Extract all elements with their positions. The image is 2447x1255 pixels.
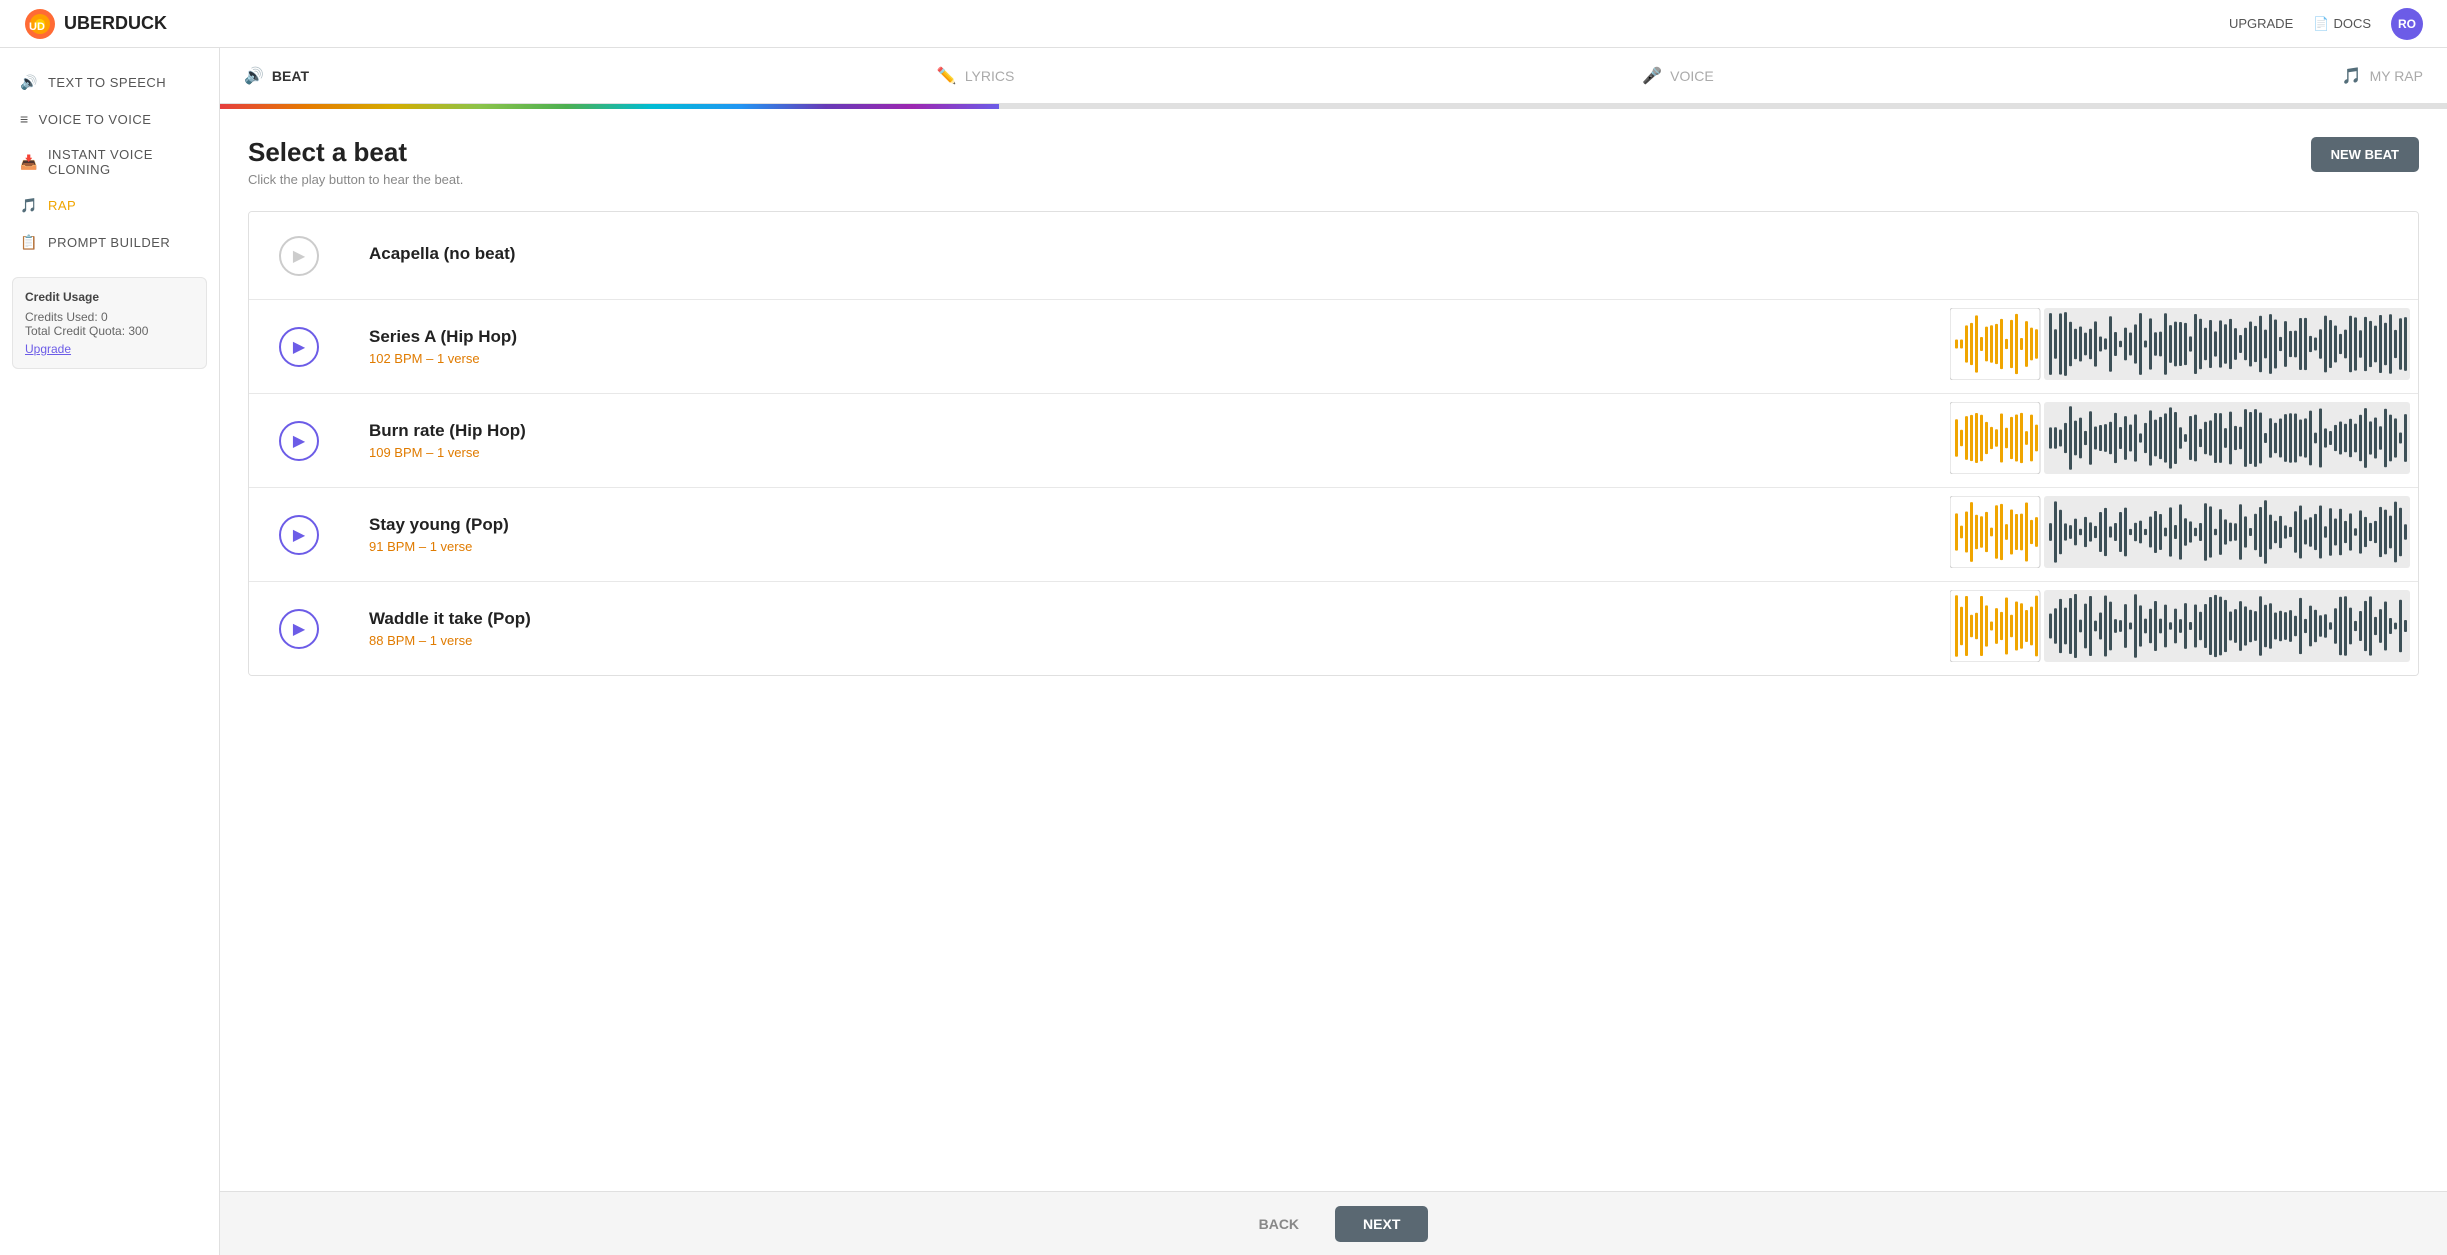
prompt-icon: 📋: [20, 234, 38, 251]
beat-row-stay-young[interactable]: ▶ Stay young (Pop) 91 BPM – 1 verse: [249, 488, 2418, 582]
footer: BACK NEXT: [220, 1191, 2447, 1255]
voice-step-icon: 🎤: [1642, 66, 1662, 86]
lyrics-step-icon: ✏️: [937, 66, 957, 86]
svg-text:UD: UD: [29, 21, 45, 33]
play-button-waddle[interactable]: ▶: [279, 609, 319, 649]
beat-name-series-a: Series A (Hip Hop): [369, 327, 1918, 347]
beat-wave-series-a: [1938, 300, 2418, 393]
beat-wave-burn-rate: [1938, 394, 2418, 487]
beat-info-burn-rate: Burn rate (Hip Hop) 109 BPM – 1 verse: [349, 405, 1938, 476]
page-title: Select a beat: [248, 137, 463, 168]
beat-row-series-a[interactable]: ▶ Series A (Hip Hop) 102 BPM – 1 verse: [249, 300, 2418, 394]
rap-icon: 🎵: [20, 197, 38, 214]
beat-meta-burn-rate: 109 BPM – 1 verse: [369, 445, 1918, 460]
beat-name-burn-rate: Burn rate (Hip Hop): [369, 421, 1918, 441]
sidebar-item-instant-voice-cloning[interactable]: 📥 INSTANT VOICE CLONING: [0, 137, 219, 187]
beat-play-area-series-a: ▶: [249, 327, 349, 367]
beat-play-area-waddle: ▶: [249, 609, 349, 649]
play-button-burn-rate[interactable]: ▶: [279, 421, 319, 461]
docs-icon: 📄: [2313, 16, 2329, 32]
play-button-stay-young[interactable]: ▶: [279, 515, 319, 555]
content-title-block: Select a beat Click the play button to h…: [248, 137, 463, 187]
sidebar-item-rap[interactable]: 🎵 RAP: [0, 187, 219, 224]
sidebar-item-prompt-builder[interactable]: 📋 PROMPT BUILDER: [0, 224, 219, 261]
sidebar-item-text-to-speech[interactable]: 🔊 TEXT TO SPEECH: [0, 64, 219, 101]
credits-used: Credits Used: 0: [25, 310, 194, 324]
step-bar: 🔊 BEAT ✏️ LYRICS 🎤 VOICE 🎵 MY RAP: [220, 48, 2447, 104]
beat-row-acapella[interactable]: ▶ Acapella (no beat): [249, 212, 2418, 300]
beat-info-stay-young: Stay young (Pop) 91 BPM – 1 verse: [349, 499, 1938, 570]
docs-link[interactable]: 📄 DOCS: [2313, 16, 2371, 32]
step-lyrics[interactable]: ✏️ LYRICS: [937, 66, 1014, 86]
beat-info-series-a: Series A (Hip Hop) 102 BPM – 1 verse: [349, 311, 1938, 382]
back-button[interactable]: BACK: [1239, 1206, 1319, 1242]
beat-wave-waddle: [1938, 582, 2418, 675]
avatar[interactable]: RO: [2391, 8, 2423, 40]
waveform-burn-rate: [1950, 402, 2410, 474]
speaker-icon: 🔊: [20, 74, 38, 91]
beat-meta-stay-young: 91 BPM – 1 verse: [369, 539, 1918, 554]
beat-step-icon: 🔊: [244, 66, 264, 86]
beat-play-area-stay-young: ▶: [249, 515, 349, 555]
waveform-waddle: [1950, 590, 2410, 662]
my-rap-step-icon: 🎵: [2342, 66, 2362, 86]
logo[interactable]: UD UBERDUCK: [24, 8, 167, 40]
main-content: 🔊 BEAT ✏️ LYRICS 🎤 VOICE 🎵 MY RAP: [220, 48, 2447, 1255]
beat-row-burn-rate[interactable]: ▶ Burn rate (Hip Hop) 109 BPM – 1 verse: [249, 394, 2418, 488]
waveform-series-a: [1950, 308, 2410, 380]
play-button-series-a[interactable]: ▶: [279, 327, 319, 367]
credit-usage-title: Credit Usage: [25, 290, 194, 304]
play-button-acapella[interactable]: ▶: [279, 236, 319, 276]
header: UD UBERDUCK UPGRADE 📄 DOCS RO: [0, 0, 2447, 48]
logo-text: UBERDUCK: [64, 13, 167, 34]
beat-name-stay-young: Stay young (Pop): [369, 515, 1918, 535]
waveform-stay-young: [1950, 496, 2410, 568]
beat-play-area-acapella: ▶: [249, 236, 349, 276]
beat-meta-series-a: 102 BPM – 1 verse: [369, 351, 1918, 366]
sidebar: 🔊 TEXT TO SPEECH ≡ VOICE TO VOICE 📥 INST…: [0, 48, 220, 1255]
beat-info-acapella: Acapella (no beat): [349, 228, 2418, 284]
step-beat[interactable]: 🔊 BEAT: [244, 66, 309, 86]
app-layout: 🔊 TEXT TO SPEECH ≡ VOICE TO VOICE 📥 INST…: [0, 48, 2447, 1255]
beat-name-waddle: Waddle it take (Pop): [369, 609, 1918, 629]
beat-play-area-burn-rate: ▶: [249, 421, 349, 461]
voice-voice-icon: ≡: [20, 111, 29, 127]
beat-meta-waddle: 88 BPM – 1 verse: [369, 633, 1918, 648]
upgrade-link[interactable]: UPGRADE: [2229, 16, 2293, 31]
sidebar-item-voice-to-voice[interactable]: ≡ VOICE TO VOICE: [0, 101, 219, 137]
beat-wave-stay-young: [1938, 488, 2418, 581]
page-subtitle: Click the play button to hear the beat.: [248, 172, 463, 187]
total-quota: Total Credit Quota: 300: [25, 324, 194, 338]
content-header: Select a beat Click the play button to h…: [248, 137, 2419, 187]
step-voice[interactable]: 🎤 VOICE: [1642, 66, 1714, 86]
logo-icon: UD: [24, 8, 56, 40]
clone-icon: 📥: [20, 154, 38, 171]
content-area: Select a beat Click the play button to h…: [220, 109, 2447, 776]
sidebar-upgrade-link[interactable]: Upgrade: [25, 342, 194, 356]
beat-list: ▶ Acapella (no beat) ▶ Series A (Hip Hop…: [248, 211, 2419, 676]
step-my-rap[interactable]: 🎵 MY RAP: [2342, 66, 2423, 86]
beat-name-acapella: Acapella (no beat): [369, 244, 2398, 264]
beat-info-waddle: Waddle it take (Pop) 88 BPM – 1 verse: [349, 593, 1938, 664]
beat-row-waddle[interactable]: ▶ Waddle it take (Pop) 88 BPM – 1 verse: [249, 582, 2418, 675]
credit-usage-box: Credit Usage Credits Used: 0 Total Credi…: [12, 277, 207, 369]
next-button[interactable]: NEXT: [1335, 1206, 1428, 1242]
new-beat-button[interactable]: NEW BEAT: [2311, 137, 2419, 172]
header-right: UPGRADE 📄 DOCS RO: [2229, 8, 2423, 40]
